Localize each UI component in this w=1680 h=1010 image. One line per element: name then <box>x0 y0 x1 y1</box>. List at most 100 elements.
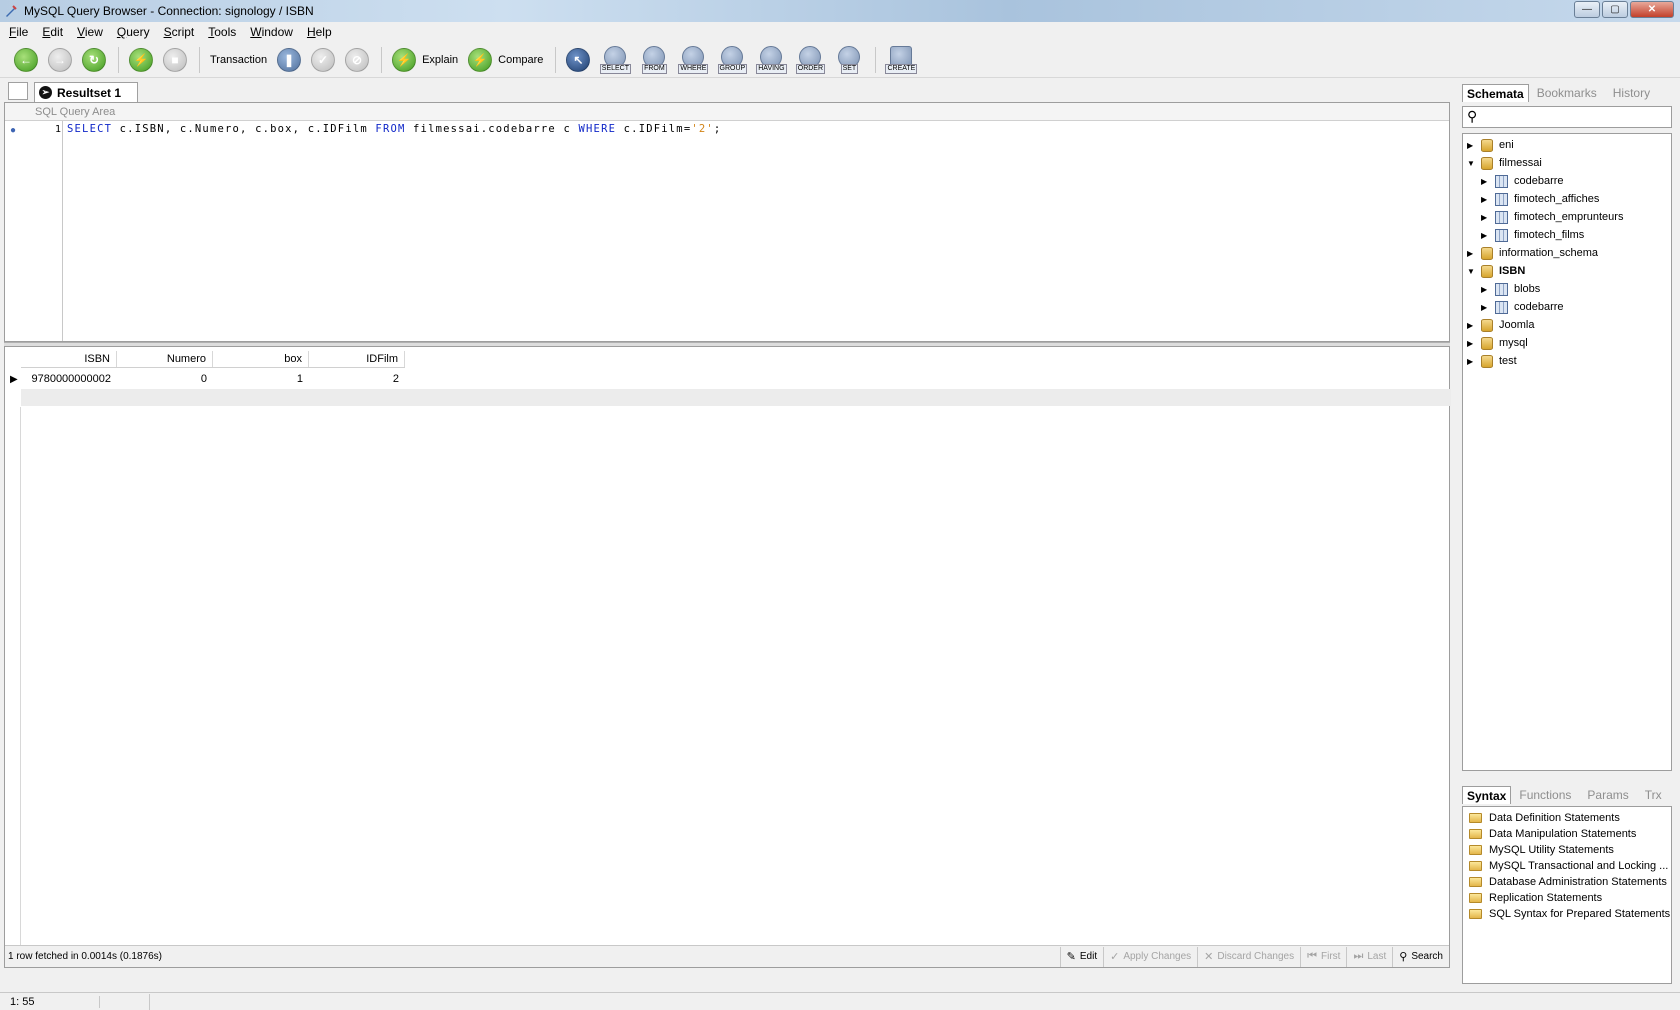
cell-isbn[interactable]: 9780000000002 <box>21 371 117 388</box>
table-node-fimotech_emprunteurs[interactable]: ▶ fimotech_emprunteurs <box>1481 208 1623 226</box>
table-icon <box>1495 210 1508 224</box>
new-tab-button[interactable] <box>8 82 28 100</box>
syntax-item[interactable]: MySQL Utility Statements <box>1469 842 1614 858</box>
collapsed-arrow-icon[interactable]: ▶ <box>1467 141 1477 150</box>
forward-button[interactable]: → <box>48 47 72 72</box>
tab-trx[interactable]: Trx <box>1637 786 1670 804</box>
schema-node-filmessai[interactable]: ▼ filmessai <box>1467 154 1542 172</box>
search-button[interactable]: ⚲ Search <box>1392 946 1449 967</box>
menu-file[interactable]: File <box>4 25 33 39</box>
having-clause-button[interactable]: HAVING <box>756 45 787 74</box>
where-clause-button[interactable]: WHERE <box>678 45 709 74</box>
expanded-arrow-icon[interactable]: ▼ <box>1467 267 1477 276</box>
sql-query-area[interactable]: SQL Query Area ● 1 SELECT c.ISBN, c.Nume… <box>4 102 1450 342</box>
tab-syntax[interactable]: Syntax <box>1462 786 1512 804</box>
pointer-button[interactable]: ↖ <box>566 47 591 72</box>
collapsed-arrow-icon[interactable]: ▶ <box>1481 231 1491 240</box>
set-clause-button[interactable]: SET <box>834 45 864 74</box>
explain-icon[interactable]: ⚡ <box>392 47 417 72</box>
schema-node-joomla[interactable]: ▶ Joomla <box>1467 316 1534 334</box>
table-node-blobs[interactable]: ▶ blobs <box>1481 280 1540 298</box>
folder-icon <box>1469 845 1482 855</box>
from-clause-button[interactable]: FROM <box>639 45 669 74</box>
menu-query[interactable]: Query <box>112 25 155 39</box>
schema-search-input[interactable]: ⚲ <box>1462 106 1672 128</box>
tab-history[interactable]: History <box>1605 84 1658 102</box>
select-clause-label: SELECT <box>599 63 632 74</box>
create-button[interactable]: CREATE <box>885 45 918 74</box>
tab-functions[interactable]: Functions <box>1511 786 1579 804</box>
collapsed-arrow-icon[interactable]: ▶ <box>1467 321 1477 330</box>
menu-script[interactable]: Script <box>159 25 200 39</box>
column-header-isbn[interactable]: ISBN <box>21 351 117 367</box>
last-button[interactable]: ⏭ Last <box>1346 946 1392 967</box>
syntax-item[interactable]: Replication Statements <box>1469 890 1602 906</box>
schema-label: eni <box>1499 139 1514 151</box>
table-node-codebarre[interactable]: ▶ codebarre <box>1481 298 1564 316</box>
syntax-item[interactable]: Database Administration Statements <box>1469 874 1667 890</box>
collapsed-arrow-icon[interactable]: ▶ <box>1481 213 1491 222</box>
compare-icon[interactable]: ⚡ <box>468 47 493 72</box>
execute-button[interactable]: ⚡ <box>129 47 153 72</box>
syntax-item[interactable]: MySQL Transactional and Locking ... <box>1469 858 1668 874</box>
menu-tools[interactable]: Tools <box>203 25 241 39</box>
collapsed-arrow-icon[interactable]: ▶ <box>1467 249 1477 258</box>
collapsed-arrow-icon[interactable]: ▶ <box>1481 195 1491 204</box>
close-button[interactable]: ✕ <box>1630 1 1674 18</box>
syntax-item[interactable]: SQL Syntax for Prepared Statements <box>1469 906 1670 922</box>
schema-label: filmessai <box>1499 157 1542 169</box>
order-clause-button[interactable]: ORDER <box>795 45 826 74</box>
database-icon <box>1481 264 1493 278</box>
toolbar-separator <box>555 46 557 73</box>
tab-schemata[interactable]: Schemata <box>1462 84 1529 102</box>
select-clause-button[interactable]: SELECT <box>599 45 632 74</box>
collapsed-arrow-icon[interactable]: ▶ <box>1467 339 1477 348</box>
commit-button[interactable]: ✓ <box>311 47 336 72</box>
tab-params[interactable]: Params <box>1579 786 1636 804</box>
collapsed-arrow-icon[interactable]: ▶ <box>1481 303 1491 312</box>
schema-node-eni[interactable]: ▶ eni <box>1467 136 1514 154</box>
minimize-button[interactable]: — <box>1574 1 1600 18</box>
collapsed-arrow-icon[interactable]: ▶ <box>1467 357 1477 366</box>
schema-node-test[interactable]: ▶ test <box>1467 352 1517 370</box>
menu-window[interactable]: Window <box>245 25 298 39</box>
sql-editor-line[interactable]: SELECT c.ISBN, c.Numero, c.box, c.IDFilm… <box>67 123 721 135</box>
maximize-button[interactable]: ▢ <box>1602 1 1628 18</box>
schema-node-isbn[interactable]: ▼ ISBN <box>1467 262 1525 280</box>
tab-resultset[interactable]: ➢ Resultset 1 <box>34 82 138 102</box>
cell-box[interactable]: 1 <box>213 371 309 388</box>
collapsed-arrow-icon[interactable]: ▶ <box>1481 285 1491 294</box>
syntax-item[interactable]: Data Manipulation Statements <box>1469 826 1636 842</box>
discard-changes-button[interactable]: ✕ Discard Changes <box>1197 946 1300 967</box>
menu-view[interactable]: View <box>72 25 108 39</box>
group-clause-button[interactable]: GROUP <box>717 45 748 74</box>
back-button[interactable]: ← <box>14 47 38 72</box>
search-icon: ⚲ <box>1467 108 1478 124</box>
schema-node-information_schema[interactable]: ▶ information_schema <box>1467 244 1598 262</box>
tab-bookmarks[interactable]: Bookmarks <box>1529 84 1605 102</box>
table-node-fimotech_affiches[interactable]: ▶ fimotech_affiches <box>1481 190 1599 208</box>
table-node-fimotech_films[interactable]: ▶ fimotech_films <box>1481 226 1584 244</box>
table-node-codebarre[interactable]: ▶ codebarre <box>1481 172 1564 190</box>
edit-button[interactable]: ✎ Edit <box>1059 946 1103 967</box>
table-row[interactable]: ▶ 9780000000002 0 1 2 <box>5 371 1451 388</box>
collapsed-arrow-icon[interactable]: ▶ <box>1481 177 1491 186</box>
stop-button[interactable]: ■ <box>163 47 187 72</box>
syntax-item[interactable]: Data Definition Statements <box>1469 810 1620 826</box>
cell-idfilm[interactable]: 2 <box>309 371 405 388</box>
column-header-idfilm[interactable]: IDFilm <box>309 351 405 367</box>
rollback-button[interactable]: ⊘ <box>345 47 370 72</box>
explain-button[interactable]: Explain <box>422 54 458 66</box>
first-button[interactable]: ⏮ First <box>1300 946 1346 967</box>
expanded-arrow-icon[interactable]: ▼ <box>1467 159 1477 168</box>
apply-changes-button[interactable]: ✓ Apply Changes <box>1103 946 1197 967</box>
menu-edit[interactable]: Edit <box>37 25 68 39</box>
compare-button[interactable]: Compare <box>498 54 543 66</box>
column-header-box[interactable]: box <box>213 351 309 367</box>
start-transaction-button[interactable]: ❚ <box>277 47 302 72</box>
cell-numero[interactable]: 0 <box>117 371 213 388</box>
column-header-numero[interactable]: Numero <box>117 351 213 367</box>
schema-node-mysql[interactable]: ▶ mysql <box>1467 334 1528 352</box>
refresh-button[interactable]: ↻ <box>82 47 106 72</box>
menu-help[interactable]: Help <box>302 25 337 39</box>
